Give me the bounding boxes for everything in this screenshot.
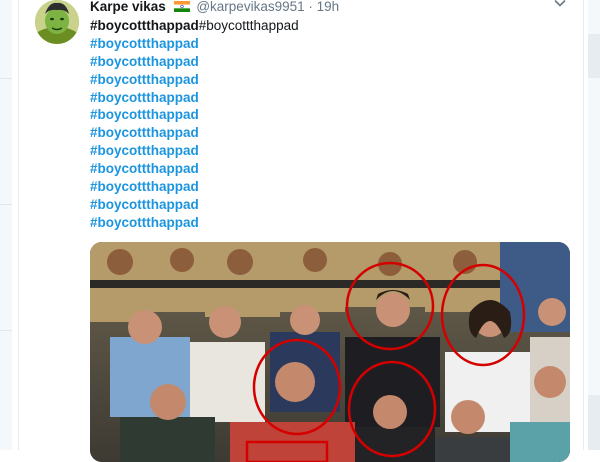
chevron-down-icon	[554, 0, 566, 7]
hashtag-link[interactable]: #boycottthappad	[90, 143, 199, 158]
hashtag-link[interactable]: #boycottthappad	[90, 125, 199, 140]
tweet-text-line: #boycottthappad#boycottthappad	[90, 17, 560, 35]
hashtag-link[interactable]: #boycottthappad	[90, 161, 199, 176]
hashtag-line: #boycottthappad	[90, 160, 560, 178]
tweet[interactable]: Karpe vikas @karpevikas9951 · 19h #boyco…	[18, 0, 584, 462]
hashtag-link[interactable]: #boycottthappad	[90, 179, 199, 194]
hashtag-link[interactable]: #boycottthappad	[90, 36, 199, 51]
left-column-edge	[0, 0, 12, 450]
right-column-block	[588, 34, 600, 78]
hashtag-line: #boycottthappad	[90, 106, 560, 124]
hashtag-line: #boycottthappad	[90, 124, 560, 142]
tweet-header: Karpe vikas @karpevikas9951 · 19h	[90, 0, 339, 18]
tweet-timestamp[interactable]: 19h	[317, 0, 340, 14]
hashtag-line: #boycottthappad	[90, 89, 560, 107]
author-handle[interactable]: @karpevikas9951	[196, 0, 304, 14]
right-column-block	[588, 395, 600, 450]
hashtag-line: #boycottthappad	[90, 35, 560, 53]
hashtag-bold[interactable]: #boycottthappad	[90, 18, 199, 33]
left-divider	[0, 78, 12, 79]
hashtag-line: #boycottthappad	[90, 53, 560, 71]
hashtag-link[interactable]: #boycottthappad	[90, 215, 199, 230]
hashtag-link[interactable]: #boycottthappad	[90, 107, 199, 122]
hashtag-line: #boycottthappad	[90, 196, 560, 214]
tweet-text: #boycottthappad#boycottthappad #boycottt…	[90, 17, 560, 232]
hashtag-link[interactable]: #boycottthappad	[90, 90, 199, 105]
tweet-menu-button[interactable]	[553, 0, 567, 10]
hashtag-plain[interactable]: #boycottthappad	[199, 18, 299, 33]
hashtag-line: #boycottthappad	[90, 214, 560, 232]
hashtag-link[interactable]: #boycottthappad	[90, 54, 199, 69]
hashtag-link[interactable]: #boycottthappad	[90, 72, 199, 87]
hashtag-link[interactable]: #boycottthappad	[90, 197, 199, 212]
hashtag-line: #boycottthappad	[90, 178, 560, 196]
hashtag-line: #boycottthappad	[90, 71, 560, 89]
tweet-photo[interactable]	[90, 242, 570, 462]
india-flag-icon	[173, 1, 190, 12]
avatar[interactable]	[35, 0, 79, 44]
hulk-avatar-icon	[35, 0, 79, 44]
header-separator: ·	[308, 0, 313, 14]
right-column-edge	[588, 0, 600, 450]
hashtag-line: #boycottthappad	[90, 142, 560, 160]
author-name[interactable]: Karpe vikas	[90, 0, 166, 14]
crowd-photo	[90, 242, 570, 462]
left-divider	[0, 330, 12, 331]
left-divider	[0, 204, 12, 205]
